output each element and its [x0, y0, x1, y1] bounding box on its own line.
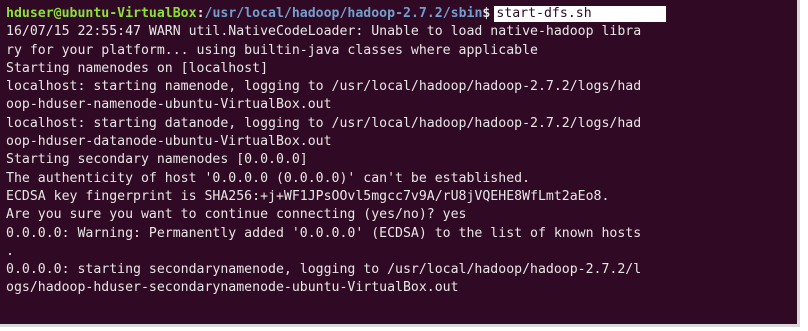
- output-line: The authenticity of host '0.0.0.0 (0.0.0…: [6, 170, 531, 186]
- prompt-user-host: hduser@ubuntu-VirtualBox: [6, 6, 197, 21]
- prompt-symbol: $: [482, 6, 491, 21]
- command-input[interactable]: start-dfs.sh: [494, 6, 667, 22]
- output-line: localhost: starting datanode, logging to…: [6, 115, 642, 131]
- terminal-window[interactable]: hduser@ubuntu-VirtualBox:/usr/local/hado…: [0, 0, 800, 327]
- output-line: Are you sure you want to continue connec…: [6, 207, 467, 223]
- output-line: 16/07/15 22:55:47 WARN util.NativeCodeLo…: [6, 24, 642, 40]
- output-line: Starting secondary namenodes [0.0.0.0]: [6, 152, 308, 168]
- output-line: ogs/hadoop-hduser-secondarynamenode-ubun…: [6, 280, 459, 296]
- prompt-separator: :: [196, 6, 205, 21]
- output-line: .: [6, 243, 14, 259]
- output-line: Starting namenodes on [localhost]: [6, 60, 269, 76]
- output-line: ry for your platform... using builtin-ja…: [6, 42, 538, 58]
- output-line: 0.0.0.0: Warning: Permanently added '0.0…: [6, 225, 642, 241]
- prompt-path: /usr/local/hadoop/hadoop-2.7.2/sbin: [204, 6, 483, 21]
- output-line: oop-hduser-datanode-ubuntu-VirtualBox.ou…: [6, 134, 332, 150]
- output-line: 0.0.0.0: starting secondarynamenode, log…: [6, 262, 642, 278]
- prompt-line: hduser@ubuntu-VirtualBox:/usr/local/hado…: [6, 5, 797, 23]
- output-line: ECDSA key fingerprint is SHA256:+j+WF1JP…: [6, 188, 610, 204]
- output-line: localhost: starting namenode, logging to…: [6, 79, 642, 95]
- output-line: oop-hduser-namenode-ubuntu-VirtualBox.ou…: [6, 97, 332, 113]
